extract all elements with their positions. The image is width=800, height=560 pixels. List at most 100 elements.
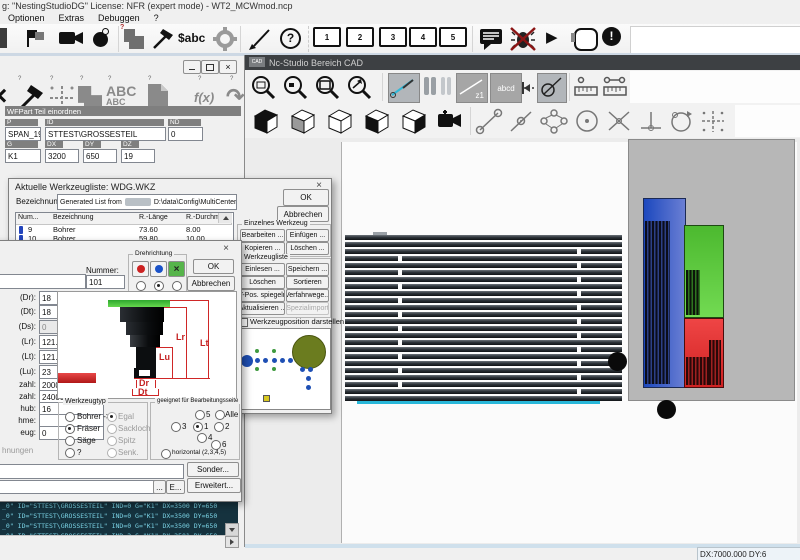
camera-icon[interactable] [58,29,84,47]
frame-icon[interactable] [574,28,598,51]
menu-item-help[interactable]: ? [154,13,159,23]
snap-tangent-icon[interactable] [667,108,695,135]
seite-3-radio[interactable] [171,422,181,432]
snap-center-icon[interactable] [573,108,601,135]
dz-field[interactable]: 19 [121,149,155,163]
comment-icon[interactable] [478,27,504,51]
nesting-bars[interactable] [345,235,622,405]
bezeichnung-field[interactable]: Generated List from D:\data\Config\Multi… [57,194,237,210]
seite-2-radio[interactable] [214,422,224,432]
formula-icon[interactable]: f(x) [194,90,214,105]
horizontal-radio[interactable] [161,449,171,459]
einfuegen-button[interactable]: Einfügen ... [286,229,329,242]
p-field[interactable]: SPAN_19( [5,127,41,141]
edit-button[interactable]: E... [166,480,185,494]
nd-field[interactable]: 0 [168,127,203,141]
ruler-xy-icon[interactable] [602,75,628,100]
zoom-dynamic-icon[interactable] [346,74,373,101]
id-field[interactable]: STTEST\GROSSESTEIL [45,127,166,141]
zoom-previous-icon[interactable] [282,74,309,101]
monitor-2-icon[interactable]: 2 [346,27,374,47]
speichern-button[interactable]: Speichern ... [286,263,329,276]
tool-name-field[interactable] [0,274,86,289]
cad-titlebar[interactable]: CAD Nc-Studio Bereich CAD [245,55,800,70]
seite-5-radio[interactable] [195,410,205,420]
run-icon[interactable]: ▶ [546,28,558,48]
unknown-typ-radio[interactable] [65,448,75,458]
dx-field[interactable]: 3200 [45,149,79,163]
zoom-extents-icon[interactable] [314,74,341,101]
marker-dot[interactable] [657,400,676,419]
zoom-window-icon[interactable] [250,74,277,101]
gear-icon[interactable] [212,26,238,52]
view-iso-top-icon[interactable] [250,106,282,136]
snap-endpoints-icon[interactable] [475,108,503,135]
ruler-x-icon[interactable] [573,75,599,100]
help-icon[interactable]: ? [280,28,301,49]
monitor-4-icon[interactable]: 4 [409,27,437,47]
close-button[interactable]: × [219,60,237,74]
macro-field[interactable] [0,480,158,494]
menu-item-optionen[interactable]: Optionen [8,13,45,23]
bearbeiten-button[interactable]: Bearbeiten ... [240,229,285,242]
einlesen-button[interactable]: Einlesen ... [240,263,285,276]
rotation-ccw-button[interactable] [150,261,167,277]
view-side-icon[interactable] [398,106,430,136]
ok-button[interactable]: OK [283,189,329,206]
view-front-icon[interactable] [361,106,393,136]
nummer-field[interactable]: 101 [86,275,125,289]
rotation-cw-button[interactable] [132,261,149,277]
seite-4-radio[interactable] [197,433,207,443]
bohrer-radio[interactable] [65,412,75,422]
loeschen-single-button[interactable]: Löschen ... [286,242,329,255]
monitor-5-icon[interactable]: 5 [439,27,467,47]
rotation-cw-radio[interactable] [136,281,146,291]
snap-perpendicular-icon[interactable] [637,108,665,135]
cancel-button[interactable]: Abbrechen [187,276,235,291]
partial-icon[interactable] [0,28,7,48]
verfahrwege-button[interactable]: Verfahrwege... [286,289,329,302]
seite-alle-radio[interactable] [215,410,225,420]
seite-1-radio[interactable] [193,422,203,432]
no-debug-bug-icon[interactable] [510,27,536,51]
text-abc-icon[interactable]: ABC ABC [106,84,136,107]
ypos-spiegeln-button[interactable]: Y-Pos. spiegeln [240,289,285,302]
rotation-ccw-radio[interactable] [154,281,164,291]
snap-quadrant-icon[interactable] [539,108,569,135]
variables-icon[interactable]: $abc [178,31,205,45]
menu-item-extras[interactable]: Extras [59,13,85,23]
minimize-button[interactable] [183,60,201,74]
error-icon[interactable]: ! [602,27,621,46]
monitor-3-icon[interactable]: 3 [379,27,407,47]
comment-field[interactable] [0,464,184,479]
g-field[interactable]: K1 [5,149,41,163]
ok-button[interactable]: OK [193,259,234,274]
dy-field[interactable]: 650 [83,149,117,163]
saege-radio[interactable] [65,436,75,446]
loeschen-list-button[interactable]: Löschen [240,276,285,289]
brush-icon[interactable] [246,26,272,52]
menu-item-debuggen[interactable]: Debuggen [98,13,140,23]
sortieren-button[interactable]: Sortieren [286,276,329,289]
restore-button[interactable] [201,60,219,74]
view-wireframe-icon[interactable] [324,106,356,136]
table-scroll-up[interactable] [218,213,232,223]
rotation-none-button[interactable]: × [168,261,185,277]
scroll-right-button[interactable] [225,536,239,548]
view-iso-left-icon[interactable] [287,106,319,136]
toolbar-blank-field[interactable] [630,26,800,54]
z-level-button[interactable]: z1 [456,73,488,103]
monitor-1-icon[interactable]: 1 [313,27,341,47]
circle-line-button[interactable] [537,73,567,103]
fraeser-radio[interactable] [65,424,75,434]
camera-view-icon[interactable] [437,110,465,132]
text-abcd-button[interactable]: abcd [490,73,522,103]
close-icon[interactable]: × [219,243,233,255]
erweitert-button[interactable]: Erweitert... [187,478,241,493]
marker-dot[interactable] [608,352,627,371]
aktualisieren-button[interactable]: Aktualisieren ... [240,302,285,315]
tool-position-preview[interactable] [236,328,331,410]
console-hscrollbar[interactable] [0,535,238,548]
spacing-icon[interactable] [424,77,429,95]
snap-intersection-icon[interactable] [605,108,633,135]
